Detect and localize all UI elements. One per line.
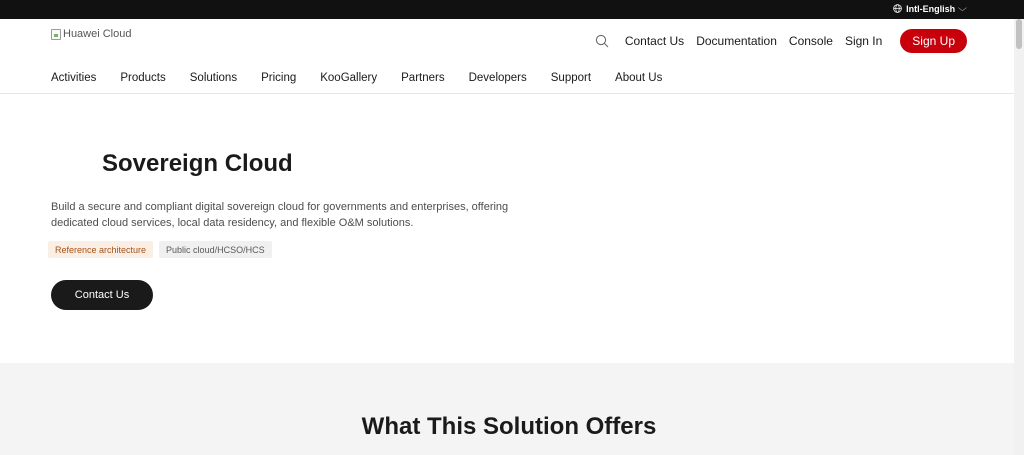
nav-item-support[interactable]: Support <box>551 72 591 84</box>
main-navigation: Activities Products Solutions Pricing Ko… <box>51 72 686 84</box>
huawei-cloud-logo[interactable]: Huawei Cloud <box>51 28 131 40</box>
documentation-link[interactable]: Documentation <box>696 34 777 48</box>
hero-description: Build a secure and compliant digital sov… <box>51 201 509 229</box>
hero-tags: Reference architecture Public cloud/HCSO… <box>48 241 272 258</box>
tag-reference-architecture[interactable]: Reference architecture <box>48 241 154 258</box>
nav-item-pricing[interactable]: Pricing <box>261 72 296 84</box>
hero-title: Sovereign Cloud <box>102 150 293 177</box>
nav-item-koogallery[interactable]: KooGallery <box>320 72 377 84</box>
broken-image-icon <box>51 28 61 40</box>
top-utility-bar: Intl-English ⌵ <box>0 0 1024 19</box>
contact-us-link[interactable]: Contact Us <box>625 34 684 48</box>
scrollbar-thumb[interactable] <box>1016 19 1022 49</box>
page-scrollbar[interactable] <box>1014 19 1024 455</box>
sign-in-link[interactable]: Sign In <box>845 34 882 48</box>
language-label: Intl-English <box>906 3 956 14</box>
nav-item-solutions[interactable]: Solutions <box>190 72 237 84</box>
tag-deployment-type[interactable]: Public cloud/HCSO/HCS <box>159 241 272 258</box>
offers-section: What This Solution Offers <box>0 363 1014 455</box>
sign-up-button[interactable]: Sign Up <box>900 29 967 53</box>
site-header: Huawei Cloud Contact Us Documentation Co… <box>0 19 1014 94</box>
language-selector[interactable]: Intl-English ⌵ <box>893 3 968 14</box>
offers-section-title: What This Solution Offers <box>361 413 657 440</box>
nav-item-developers[interactable]: Developers <box>469 72 527 84</box>
header-right-nav: Contact Us Documentation Console Sign In… <box>595 29 967 53</box>
globe-icon <box>893 4 902 13</box>
hero-contact-us-button[interactable]: Contact Us <box>51 280 153 310</box>
logo-alt-text: Huawei Cloud <box>63 28 132 40</box>
nav-item-activities[interactable]: Activities <box>51 72 96 84</box>
nav-item-products[interactable]: Products <box>120 72 165 84</box>
nav-item-about-us[interactable]: About Us <box>615 72 662 84</box>
search-icon[interactable] <box>595 34 609 48</box>
chevron-down-icon: ⌵ <box>958 3 968 13</box>
nav-item-partners[interactable]: Partners <box>401 72 444 84</box>
console-link[interactable]: Console <box>789 34 833 48</box>
